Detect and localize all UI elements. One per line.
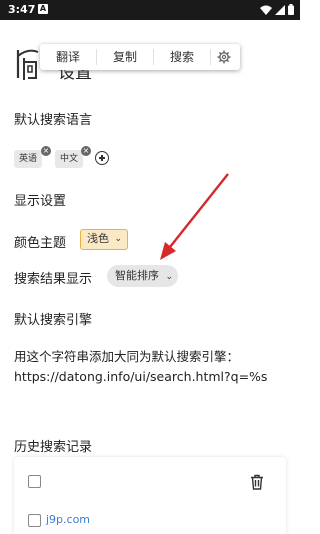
default-language-label: 默认搜索语言 <box>14 113 93 128</box>
notification-icon: A <box>38 4 48 14</box>
result-display-label: 搜索结果显示 <box>14 272 93 287</box>
status-icons <box>260 4 294 15</box>
chevron-down-icon: ⌄ <box>165 272 173 282</box>
battery-icon <box>288 4 294 15</box>
color-theme-value: 浅色 <box>87 232 109 245</box>
history-card: j9p.com <box>14 457 286 534</box>
language-chip-english[interactable]: 英语 × <box>14 146 51 168</box>
search-button[interactable]: 搜索 <box>154 44 210 70</box>
color-theme-select[interactable]: 浅色 ⌄ <box>80 229 128 250</box>
default-engine-label: 默认搜索引擎 <box>14 313 93 328</box>
history-item-link[interactable]: j9p.com <box>46 513 90 526</box>
select-all-checkbox[interactable] <box>28 475 41 488</box>
add-language-button[interactable] <box>95 151 109 165</box>
result-display-value: 智能排序 <box>115 269 159 282</box>
translate-button[interactable]: 翻译 <box>40 44 96 70</box>
toolbar-settings-button[interactable] <box>211 44 237 70</box>
signal-icon <box>275 4 285 15</box>
gear-icon <box>217 50 231 64</box>
engine-instructions: 用这个字符串添加大同为默认搜索引擎： https://datong.info/u… <box>14 347 292 387</box>
color-theme-label: 颜色主题 <box>14 236 67 251</box>
wifi-icon <box>260 5 272 15</box>
status-bar: 3:47 A <box>0 0 300 20</box>
language-chip-label: 英语 <box>19 154 38 164</box>
display-settings-label: 显示设置 <box>14 194 67 209</box>
engine-description: 用这个字符串添加大同为默认搜索引擎： <box>14 349 240 364</box>
remove-language-chinese-button[interactable]: × <box>81 146 91 156</box>
result-display-select[interactable]: 智能排序 ⌄ <box>107 265 178 287</box>
language-chip-chinese[interactable]: 中文 × <box>55 146 91 168</box>
remove-language-english-button[interactable]: × <box>41 146 51 156</box>
language-chip-label: 中文 <box>60 154 79 164</box>
history-label: 历史搜索记录 <box>14 440 93 455</box>
trash-icon[interactable] <box>249 474 265 490</box>
text-selection-toolbar: 翻译 复制 搜索 <box>40 44 240 70</box>
copy-button[interactable]: 复制 <box>97 44 153 70</box>
status-time: 3:47 <box>8 3 36 16</box>
history-item-checkbox[interactable] <box>28 514 41 527</box>
engine-url: https://datong.info/ui/search.html?q=%s <box>14 369 268 384</box>
chevron-down-icon: ⌄ <box>114 234 122 244</box>
